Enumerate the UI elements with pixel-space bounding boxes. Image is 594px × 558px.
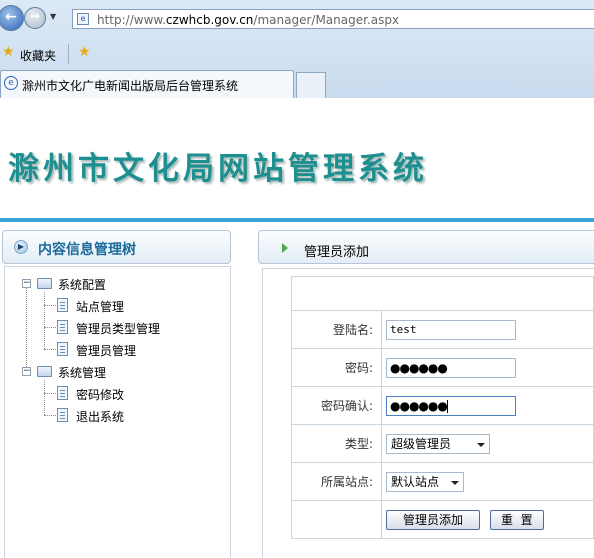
form-row-type: 类型: 超级管理员 [291,424,594,463]
confirm-password-value: ●●●●●● [390,398,448,413]
login-cell: test [381,310,594,349]
document-icon [57,408,68,422]
tree-line [44,380,45,415]
url-path: /manager/Manager.aspx [253,13,400,27]
tab-title[interactable]: 滁州市文化广电新闻出版局后台管理系统 [22,77,238,94]
tab-page-icon: e [4,76,18,90]
button-row-label-cell [291,500,382,539]
type-select[interactable]: 超级管理员 [386,433,490,454]
form-row-login: 登陆名: test [291,310,594,349]
password-label: 密码: [291,348,382,387]
dropdown-arrow-icon [477,442,485,447]
tree-item-admin-management[interactable]: 管理员管理 [76,342,136,359]
tree-line [44,349,56,350]
address-bar[interactable]: e http://www.czwhcb.gov.cn/manager/Manag… [72,9,594,29]
text-cursor [446,399,448,413]
tree-item-admin-type-management[interactable]: 管理员类型管理 [76,320,160,337]
confirm-password-label: 密码确认: [291,386,382,425]
admin-add-form: 登陆名: test 密码: ●●●●●● 密码确认: ●●●●●● 类型: 超级… [291,276,594,539]
dropdown-arrow-icon [451,480,459,485]
tree-item-change-password[interactable]: 密码修改 [76,386,124,403]
url-domain: czwhcb.gov.cn [165,13,254,27]
form-row-buttons: 管理员添加 重 置 [291,500,594,539]
header-divider [0,218,594,222]
folder-icon [37,366,52,377]
favorites-button[interactable]: 收藏夹 [20,47,56,64]
document-icon [57,320,68,334]
site-selected-value: 默认站点 [391,474,440,489]
confirm-cell: ●●●●●● [381,386,594,425]
type-label: 类型: [291,424,382,463]
sidebar-arrow-icon: ▶ [14,240,28,254]
content-title: 管理员添加 [304,245,370,260]
form-row-password: 密码: ●●●●●● [291,348,594,387]
document-icon [57,298,68,312]
forward-arrow-icon: → [29,9,41,23]
login-label: 登陆名: [291,310,382,349]
tree-line [44,292,45,349]
form-blank-cell [291,276,594,311]
tree-collapse-toggle[interactable]: − [22,367,31,376]
button-cell: 管理员添加 重 置 [381,500,594,539]
history-dropdown-icon[interactable]: ▼ [50,12,56,21]
play-arrow-icon [282,243,288,253]
type-cell: 超级管理员 [381,424,594,463]
confirm-password-input[interactable]: ●●●●●● [386,395,516,416]
site-cell: 默认站点 [381,462,594,501]
add-admin-button[interactable]: 管理员添加 [386,509,480,530]
password-input[interactable]: ●●●●●● [386,357,516,378]
tree-line [44,327,56,328]
tree-item-site-management[interactable]: 站点管理 [76,298,124,315]
site-select[interactable]: 默认站点 [386,471,464,492]
tree-line [26,288,27,373]
tree-node-system-management[interactable]: 系统管理 [58,364,106,381]
document-icon [57,342,68,356]
site-label: 所属站点: [291,462,382,501]
back-arrow-icon: ← [5,9,17,25]
tree-line [44,393,56,394]
tree-item-logout[interactable]: 退出系统 [76,408,124,425]
page-icon: e [77,13,89,25]
add-favorite-icon[interactable]: ★ [78,44,91,60]
page-title: 滁州市文化局网站管理系统 [8,151,428,187]
favorites-star-icon[interactable]: ★ [2,44,15,60]
favorites-separator [68,44,69,64]
reset-button[interactable]: 重 置 [489,509,544,530]
document-icon [57,386,68,400]
url-prefix: http://www. [97,13,166,27]
form-row-confirm: 密码确认: ●●●●●● [291,386,594,425]
sidebar-title: 内容信息管理树 [38,242,136,258]
tree-node-system-config[interactable]: 系统配置 [58,276,106,293]
password-cell: ●●●●●● [381,348,594,387]
form-row-site: 所属站点: 默认站点 [291,462,594,501]
tree-line [44,415,56,416]
forward-button[interactable]: → [24,7,46,29]
folder-icon [37,278,52,289]
new-tab-button[interactable] [296,72,326,98]
tree-collapse-toggle[interactable]: − [22,279,31,288]
url-text: http://www.czwhcb.gov.cn/manager/Manager… [97,13,399,27]
tree-line [44,305,56,306]
login-input[interactable]: test [386,319,516,340]
type-selected-value: 超级管理员 [391,436,452,451]
form-row-blank [291,276,594,311]
